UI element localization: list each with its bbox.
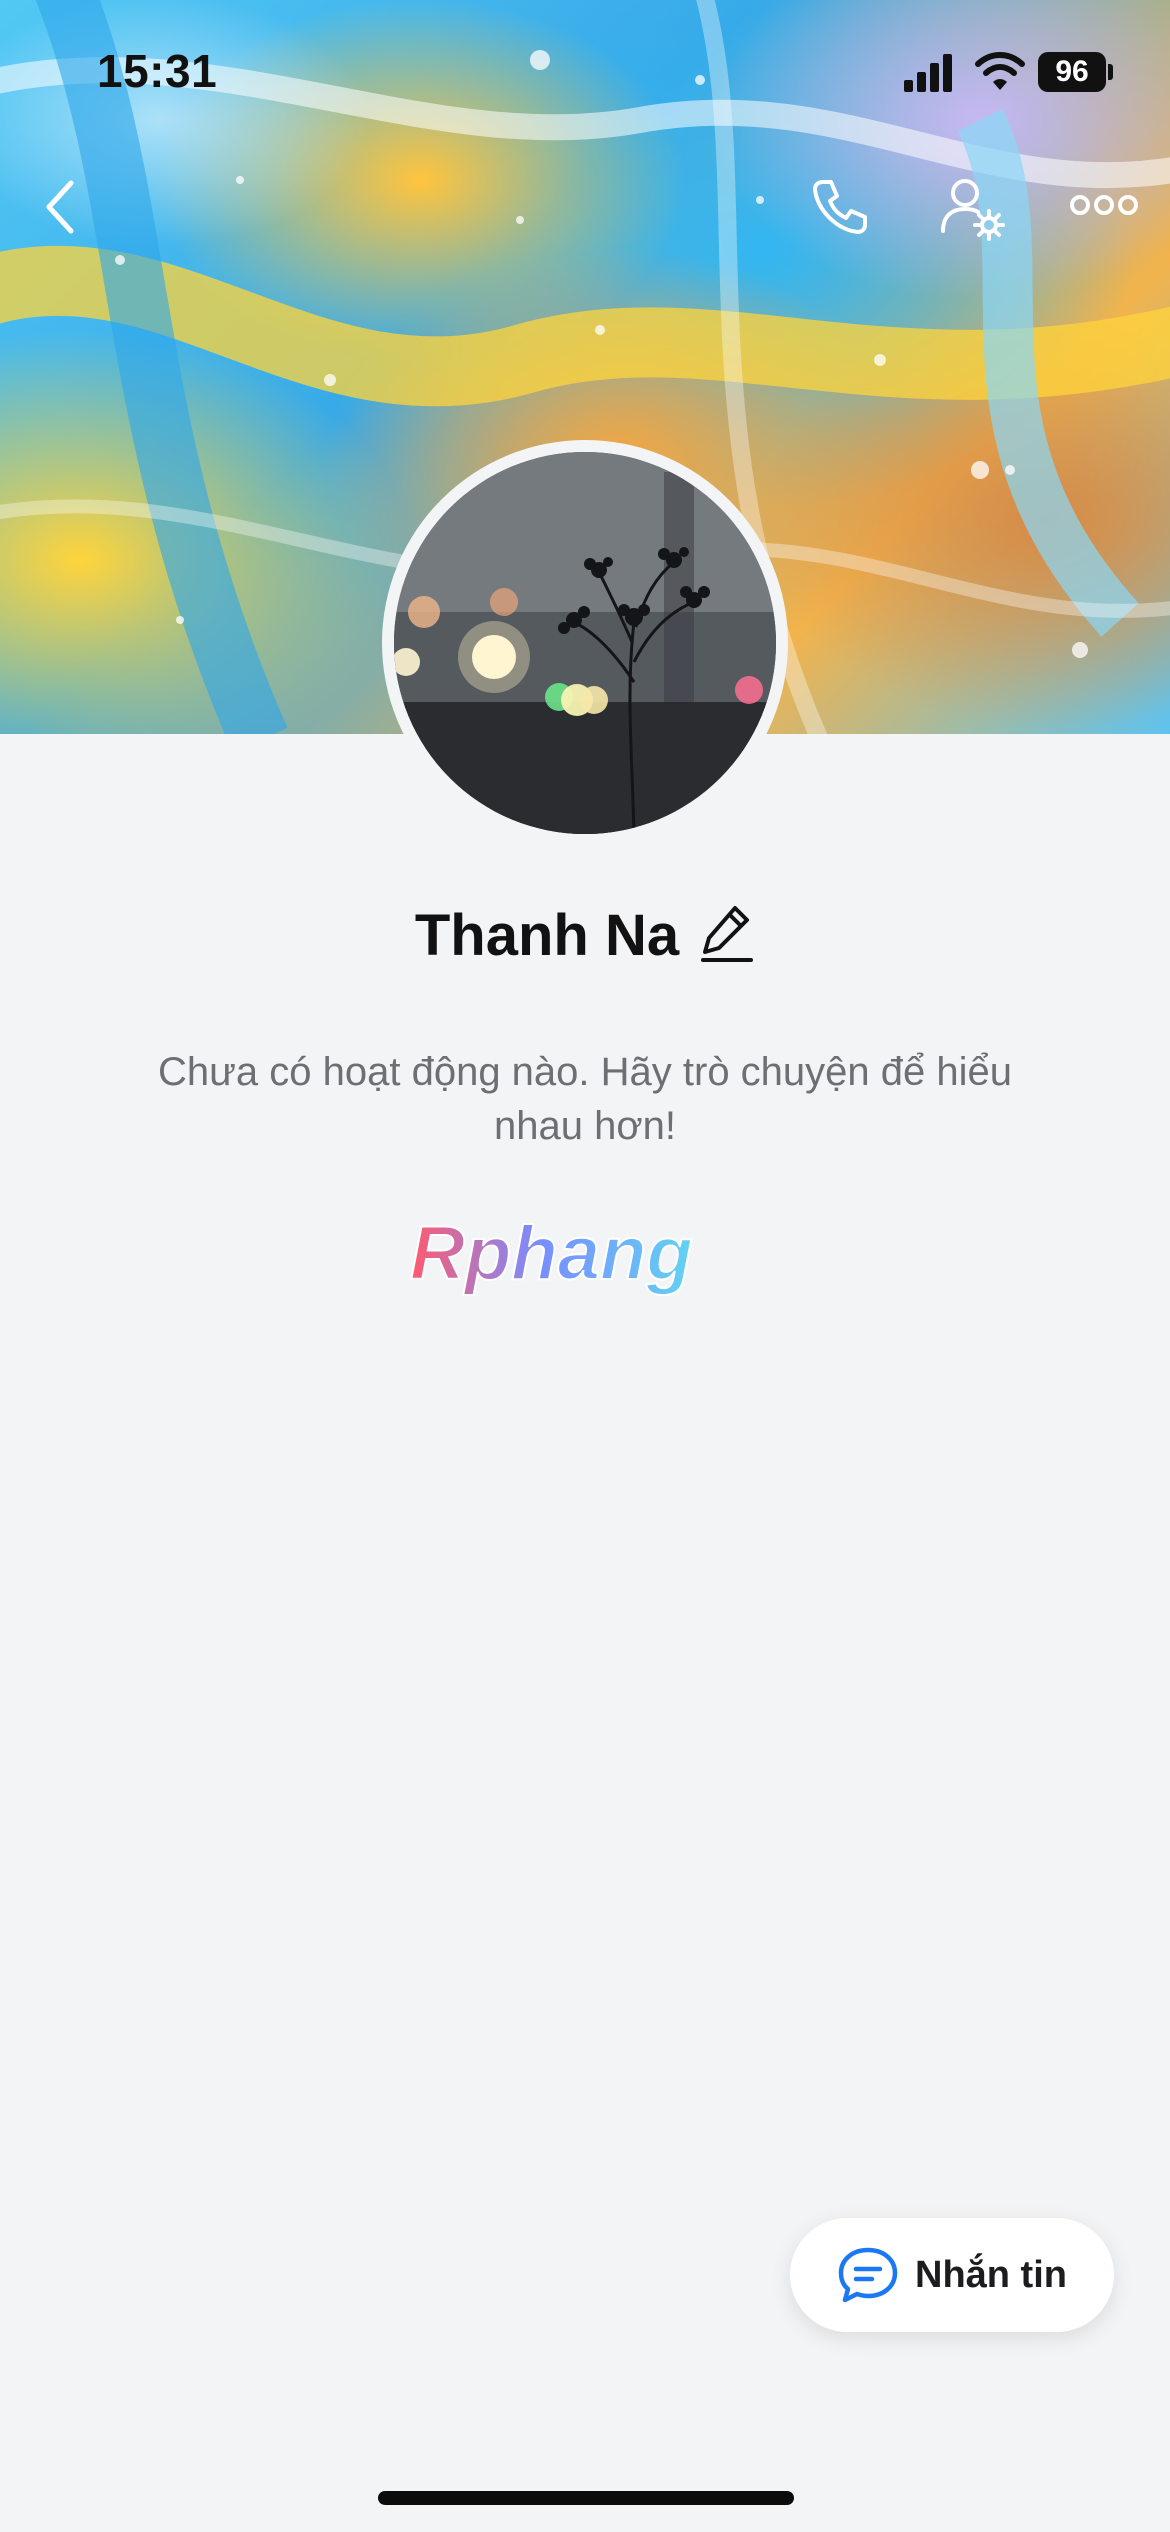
svg-text:Rphang: Rphang bbox=[410, 1215, 693, 1296]
send-message-button[interactable]: Nhắn tin bbox=[790, 2218, 1114, 2332]
cellular-signal-icon bbox=[904, 54, 952, 92]
phone-icon bbox=[813, 180, 867, 234]
chat-bubble-icon bbox=[838, 2247, 898, 2303]
user-settings-button[interactable] bbox=[930, 170, 1014, 246]
status-bar: 15:31 96 bbox=[0, 0, 1170, 150]
profile-name-row: Thanh Na bbox=[0, 895, 1170, 975]
call-button[interactable] bbox=[800, 172, 880, 242]
chevron-left-icon bbox=[46, 180, 74, 234]
home-indicator[interactable] bbox=[378, 2491, 794, 2505]
avatar-photo bbox=[394, 452, 776, 834]
back-button[interactable] bbox=[30, 172, 90, 242]
user-settings-icon bbox=[941, 179, 1005, 241]
more-icon bbox=[1070, 195, 1138, 215]
watermark-logo: Rphang bbox=[400, 1210, 770, 1305]
battery-icon: 96 bbox=[1038, 52, 1106, 92]
wifi-icon bbox=[975, 52, 1025, 90]
battery-tip bbox=[1108, 64, 1113, 80]
profile-name: Thanh Na bbox=[414, 902, 680, 968]
pencil-icon bbox=[701, 905, 754, 962]
edit-name-button[interactable] bbox=[699, 902, 755, 969]
status-time: 15:31 bbox=[97, 45, 218, 97]
more-button[interactable] bbox=[1064, 180, 1144, 230]
send-message-label: Nhắn tin bbox=[915, 2253, 1067, 2296]
empty-activity-message: Chưa có hoạt động nào. Hãy trò chuyện để… bbox=[157, 1050, 1013, 1148]
avatar[interactable] bbox=[394, 452, 776, 834]
